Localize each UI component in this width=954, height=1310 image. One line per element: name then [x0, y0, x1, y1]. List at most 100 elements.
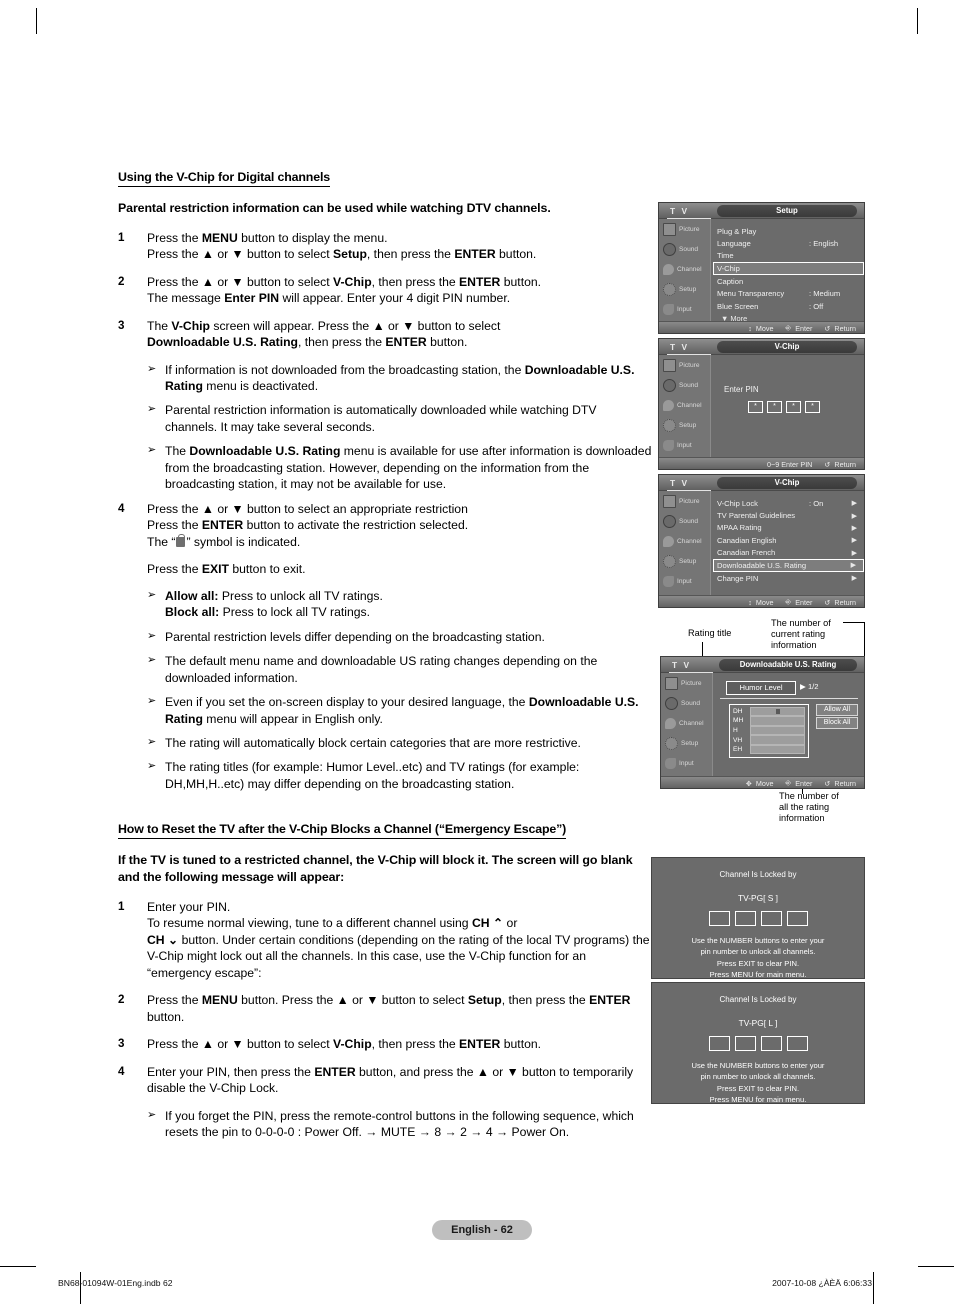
step-body: The V-Chip screen will appear. Press the… — [147, 318, 501, 350]
pin-digit-box[interactable] — [786, 911, 808, 926]
pin-digit-box[interactable]: * — [786, 401, 801, 413]
osd-sidebar-label: Sound — [679, 381, 699, 389]
osd-menu-list: Plug & Play Language: English Time V-Chip Ca… — [710, 219, 864, 333]
lock-icon — [176, 533, 186, 547]
osd-sidebar-label: Input — [679, 759, 694, 767]
locked-pin-group[interactable] — [652, 911, 864, 926]
osd-sidebar-item-channel[interactable]: Channel — [659, 531, 710, 551]
rating-slot[interactable] — [750, 725, 805, 736]
osd-titlebar: T V Downloadable U.S. Rating — [661, 657, 864, 674]
rating-row[interactable]: DH — [733, 706, 805, 717]
step-body: Press the MENU button to display the men… — [147, 230, 537, 262]
osd-footer: ↕ Move ⎆ Enter ↺ Return — [659, 321, 864, 333]
rating-slot[interactable] — [750, 716, 805, 726]
pin-digit-box[interactable] — [760, 911, 782, 926]
osd-menu-row[interactable]: Plug & Play — [714, 225, 864, 237]
step-1: 1 Press the MENU button to display the me… — [118, 230, 652, 263]
osd-sidebar-item-sound[interactable]: Sound — [659, 375, 710, 395]
pin-digit-box[interactable]: * — [748, 401, 763, 413]
rating-slot[interactable] — [750, 706, 805, 717]
pin-digit-box[interactable] — [734, 1036, 756, 1051]
osd-menu-row[interactable]: TV Parental Guidelines ▶ — [714, 509, 864, 521]
section-lead-digital: Parental restriction information can be … — [118, 201, 551, 215]
osd-sidebar-item-sound[interactable]: Sound — [661, 693, 712, 713]
footer-return: ↺ Return — [824, 778, 856, 788]
step-body: Press the ▲ or ▼ button to select V-Chip… — [147, 274, 542, 306]
rating-row[interactable]: EH — [733, 744, 805, 755]
osd-menu-value: : English — [809, 239, 839, 249]
osd-menu-row[interactable]: Blue Screen: Off — [714, 300, 864, 312]
osd-sidebar-item-sound[interactable]: Sound — [659, 239, 710, 259]
main-content: Using the V-Chip for Digital channels Pa… — [118, 168, 652, 1148]
osd-menu-row[interactable]: Time — [714, 250, 864, 262]
block-all-button[interactable]: Block All — [816, 717, 858, 729]
osd-menu-row[interactable]: Caption — [714, 275, 864, 287]
steps-list-reset: 1 Enter your PIN. To resume normal viewing… — [118, 899, 652, 1097]
reset-step-4: 4 Enter your PIN, then press the ENTER bu… — [118, 1064, 652, 1097]
osd-sidebar-item-channel[interactable]: Channel — [659, 259, 710, 279]
crop-mark-mid-right — [918, 1266, 954, 1267]
note-two-5: ➢ The rating will automatically block cer… — [118, 735, 652, 751]
osd-sidebar-item-picture[interactable]: Picture — [659, 491, 710, 511]
step-number: 4 — [118, 1064, 125, 1078]
osd-menu-row[interactable]: Canadian French ▶ — [714, 547, 864, 559]
pin-digit-box[interactable] — [708, 911, 730, 926]
osd-sidebar-item-input[interactable]: Input — [659, 571, 710, 591]
pin-digit-box[interactable]: * — [805, 401, 820, 413]
chevron-right-icon: ▶ — [851, 575, 857, 583]
osd-sidebar-item-picture[interactable]: Picture — [661, 673, 712, 693]
osd-sidebar-item-input[interactable]: Input — [659, 299, 710, 319]
rating-slot[interactable] — [750, 744, 805, 755]
osd-menu-label: Time — [717, 251, 734, 261]
osd-sidebar-item-setup[interactable]: Setup — [661, 733, 712, 753]
osd-sidebar-label: Picture — [679, 361, 700, 369]
note-two-4: ➢ Even if you set the on-screen display t… — [118, 694, 652, 727]
osd-menu-row[interactable]: Change PIN ▶ — [714, 572, 864, 584]
osd-sidebar-item-picture[interactable]: Picture — [659, 219, 710, 239]
rating-row[interactable]: MH — [733, 716, 805, 726]
rating-row[interactable]: H — [733, 725, 805, 736]
rating-code: DH — [733, 707, 743, 715]
osd-menu-row[interactable]: Canadian English ▶ — [714, 534, 864, 546]
pin-digit-box[interactable] — [760, 1036, 782, 1051]
step-body: Enter your PIN, then press the ENTER but… — [147, 1064, 634, 1096]
osd-sidebar-item-setup[interactable]: Setup — [659, 415, 710, 435]
osd-sidebar-item-input[interactable]: Input — [659, 435, 710, 455]
pin-digit-box[interactable]: * — [767, 401, 782, 413]
enter-pin-label: Enter PIN — [724, 385, 759, 394]
osd-sidebar-item-picture[interactable]: Picture — [659, 355, 710, 375]
chevron-right-icon: ▶ — [851, 524, 857, 532]
rating-title-box[interactable]: Humor Level — [726, 681, 796, 695]
notes-list-two: ➢ Allow all: Press to unlock all TV ratin… — [118, 588, 652, 793]
osd-pin-area: Enter PIN * * * * — [710, 355, 864, 469]
locked-instructions: Use the NUMBER buttons to enter your pin … — [691, 936, 825, 980]
footer-return: ↺ Return — [824, 323, 856, 333]
note-one-2: ➢ Parental restriction information is aut… — [118, 402, 652, 435]
osd-sidebar-item-setup[interactable]: Setup — [659, 551, 710, 571]
osd-sidebar-item-setup[interactable]: Setup — [659, 279, 710, 299]
osd-sidebar-item-input[interactable]: Input — [661, 753, 712, 773]
locked-rating: TV-PG[ S ] — [737, 893, 779, 903]
allow-all-button[interactable]: Allow All — [816, 704, 858, 716]
osd-menu-row[interactable]: V-Chip Lock: On ▶ — [714, 497, 864, 509]
osd-menu-row[interactable]: Downloadable U.S. Rating ▶ — [713, 558, 864, 572]
rating-row[interactable]: VH — [733, 735, 805, 745]
locked-pin-group[interactable] — [652, 1036, 864, 1051]
pin-input-group[interactable]: * * * * — [748, 401, 820, 413]
rating-slot[interactable] — [750, 735, 805, 745]
osd-sidebar-item-sound[interactable]: Sound — [659, 511, 710, 531]
pin-digit-box[interactable] — [708, 1036, 730, 1051]
pin-digit-box[interactable] — [786, 1036, 808, 1051]
osd-sidebar-item-channel[interactable]: Channel — [661, 713, 712, 733]
osd-menu-list: V-Chip Lock: On ▶ TV Parental Guidelines ▶ M… — [710, 491, 864, 607]
sound-icon — [663, 378, 676, 392]
pin-digit-box[interactable] — [734, 911, 756, 926]
osd-menu-row[interactable]: MPAA Rating ▶ — [714, 522, 864, 534]
osd-menu-row[interactable]: Language: English — [714, 237, 864, 249]
locked-instructions: Use the NUMBER buttons to enter your pin … — [691, 1061, 825, 1105]
osd-menu-row[interactable]: V-Chip — [713, 262, 864, 276]
osd-menu-row[interactable]: Menu Transparency: Medium — [714, 288, 864, 300]
locked-message-box-1: Channel Is Locked by TV-PG[ S ] Use the NU… — [651, 857, 865, 979]
arrow-bullet-icon: ➢ — [147, 362, 157, 375]
osd-sidebar-item-channel[interactable]: Channel — [659, 395, 710, 415]
